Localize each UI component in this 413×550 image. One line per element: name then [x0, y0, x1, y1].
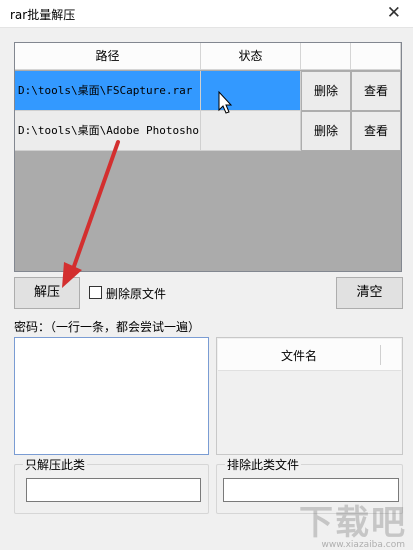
watermark-logo: 下载吧 [299, 503, 407, 543]
red-arrow-shaft [70, 140, 120, 274]
watermark-url: www.xiazaiba.com [321, 540, 405, 550]
red-arrow-head [62, 262, 82, 288]
mouse-cursor-icon [218, 90, 233, 114]
annotation-overlay [62, 90, 233, 288]
